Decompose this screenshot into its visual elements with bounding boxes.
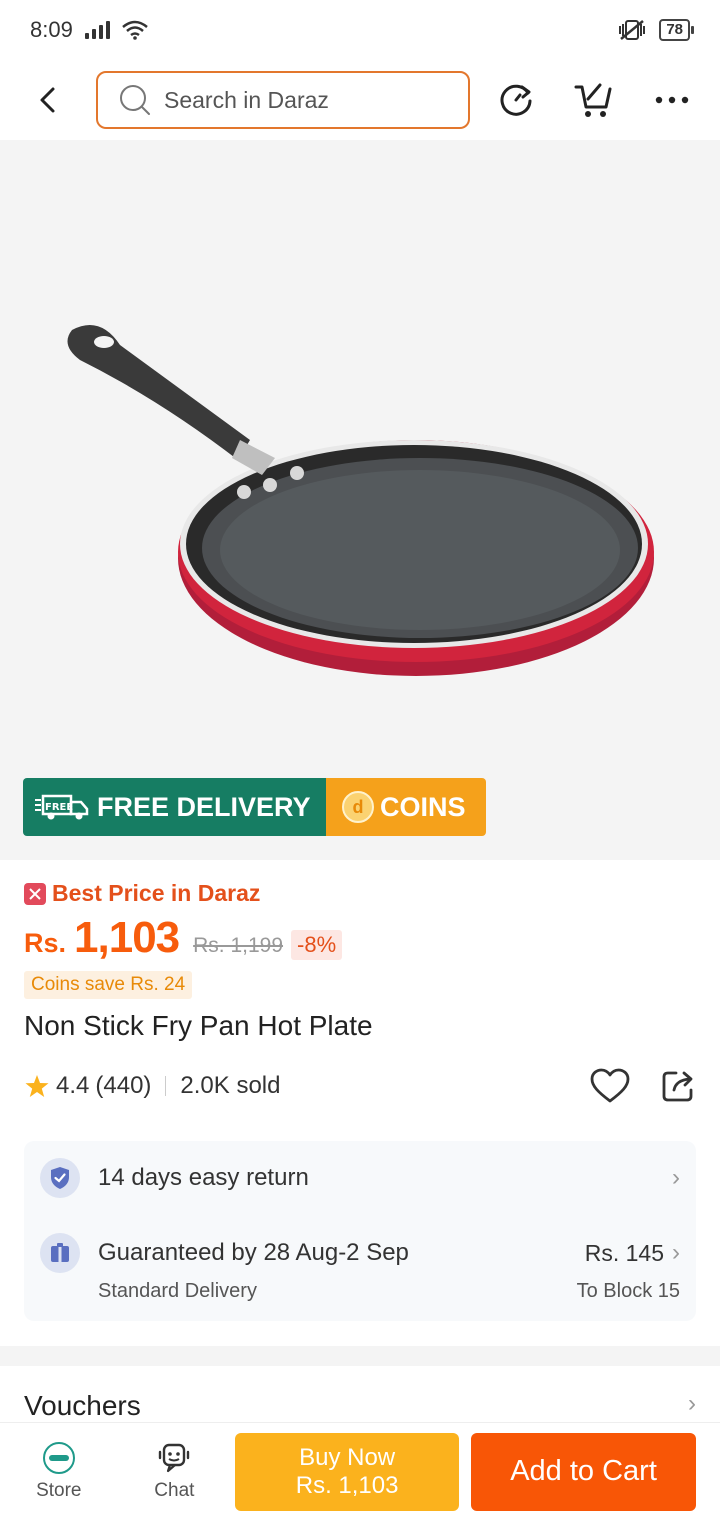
share-icon[interactable] bbox=[660, 1068, 696, 1104]
discount-badge: -8% bbox=[291, 930, 343, 960]
delivery-row[interactable]: Guaranteed by 28 Aug-2 Sep Rs. 145 › bbox=[40, 1233, 680, 1273]
chevron-right-icon: › bbox=[672, 1164, 680, 1191]
wifi-icon bbox=[122, 20, 148, 40]
status-time: 8:09 bbox=[30, 17, 73, 42]
chat-button[interactable]: Chat bbox=[130, 1442, 220, 1502]
store-button[interactable]: Store bbox=[14, 1441, 104, 1502]
best-price-tag: Best Price in Daraz bbox=[24, 880, 696, 907]
mute-vibrate-icon bbox=[619, 20, 646, 40]
free-delivery-label: FREE DELIVERY bbox=[97, 791, 311, 822]
top-nav bbox=[0, 60, 720, 140]
status-bar: 8:09 78 bbox=[0, 0, 720, 60]
more-dots-icon bbox=[655, 96, 689, 104]
delivery-fee: Rs. 145 bbox=[584, 1239, 664, 1266]
search-bar[interactable] bbox=[96, 71, 470, 129]
return-policy-text: 14 days easy return bbox=[98, 1164, 309, 1191]
product-title: Non Stick Fry Pan Hot Plate bbox=[24, 1010, 373, 1041]
best-price-label: Best Price in Daraz bbox=[52, 880, 261, 906]
signal-icon bbox=[84, 21, 110, 39]
coin-icon: d bbox=[342, 791, 374, 823]
chat-label: Chat bbox=[154, 1479, 195, 1501]
shield-check-icon bbox=[40, 1158, 80, 1198]
chevron-left-icon bbox=[40, 87, 55, 113]
delivery-guarantee-text: Guaranteed by 28 Aug-2 Sep bbox=[98, 1239, 409, 1266]
vouchers-row[interactable]: Vouchers › bbox=[0, 1366, 720, 1422]
tag-icon bbox=[24, 882, 46, 905]
search-icon bbox=[120, 85, 150, 115]
rating-value[interactable]: 4.4 bbox=[56, 1072, 89, 1100]
product-image-gallery[interactable]: FREE FREE DELIVERY d COINS bbox=[0, 140, 720, 860]
service-card: 14 days easy return › Guaranteed by 28 A… bbox=[24, 1141, 696, 1321]
buy-now-price: Rs. 1,103 bbox=[295, 1471, 399, 1499]
refresh-icon bbox=[500, 84, 532, 116]
star-icon bbox=[25, 1075, 49, 1097]
price-section: Best Price in Daraz Rs. 1,103 Rs. 1,199 … bbox=[0, 860, 720, 999]
rating-count[interactable]: (440) bbox=[95, 1072, 151, 1100]
current-price: 1,103 bbox=[74, 913, 180, 962]
battery-indicator: 78 bbox=[659, 19, 694, 41]
back-button[interactable] bbox=[20, 72, 76, 128]
promo-banner: FREE FREE DELIVERY d COINS bbox=[23, 778, 486, 836]
buy-now-button[interactable]: Buy Now Rs. 1,103 bbox=[235, 1432, 460, 1511]
coins-save-badge: Coins save Rs. 24 bbox=[24, 971, 193, 999]
original-price: Rs. 1,199 bbox=[193, 934, 284, 957]
delivery-location[interactable]: To Block 15 bbox=[577, 1280, 680, 1303]
chevron-right-icon: › bbox=[672, 1239, 680, 1266]
price-currency: Rs. bbox=[24, 928, 67, 958]
free-tag: FREE bbox=[45, 802, 73, 813]
add-to-cart-label: Add to Cart bbox=[510, 1455, 657, 1487]
delivery-box-icon bbox=[40, 1233, 80, 1273]
coins-label: COINS bbox=[380, 791, 466, 822]
add-to-cart-button[interactable]: Add to Cart bbox=[471, 1432, 697, 1511]
search-input[interactable] bbox=[164, 86, 444, 114]
price-row: Rs. 1,103 Rs. 1,199 -8% bbox=[24, 913, 696, 963]
delivery-truck-icon: FREE bbox=[35, 794, 89, 820]
coins-badge: d COINS bbox=[326, 778, 486, 836]
bottom-action-bar: Store Chat Buy Now Rs. 1,103 Add to Cart bbox=[0, 1422, 720, 1520]
cart-icon bbox=[574, 83, 612, 117]
heart-icon[interactable] bbox=[590, 1068, 630, 1104]
history-button[interactable] bbox=[488, 72, 544, 128]
rating-row: 4.4 (440) 2.0K sold bbox=[24, 1068, 696, 1104]
more-options-button[interactable] bbox=[644, 72, 700, 128]
buy-now-label: Buy Now bbox=[299, 1443, 396, 1471]
sold-count: 2.0K sold bbox=[180, 1072, 281, 1099]
fry-pan-image bbox=[67, 325, 654, 676]
chevron-right-icon: › bbox=[688, 1390, 696, 1417]
vouchers-title: Vouchers bbox=[24, 1390, 141, 1421]
delivery-type: Standard Delivery bbox=[98, 1280, 257, 1302]
cart-button[interactable] bbox=[566, 72, 622, 128]
chat-icon bbox=[159, 1443, 190, 1472]
divider bbox=[165, 1076, 167, 1096]
free-delivery-badge: FREE FREE DELIVERY bbox=[23, 778, 326, 836]
section-divider bbox=[0, 1346, 720, 1366]
return-policy-row[interactable]: 14 days easy return › bbox=[40, 1158, 680, 1198]
store-logo-icon bbox=[42, 1441, 75, 1474]
store-label: Store bbox=[36, 1479, 82, 1501]
